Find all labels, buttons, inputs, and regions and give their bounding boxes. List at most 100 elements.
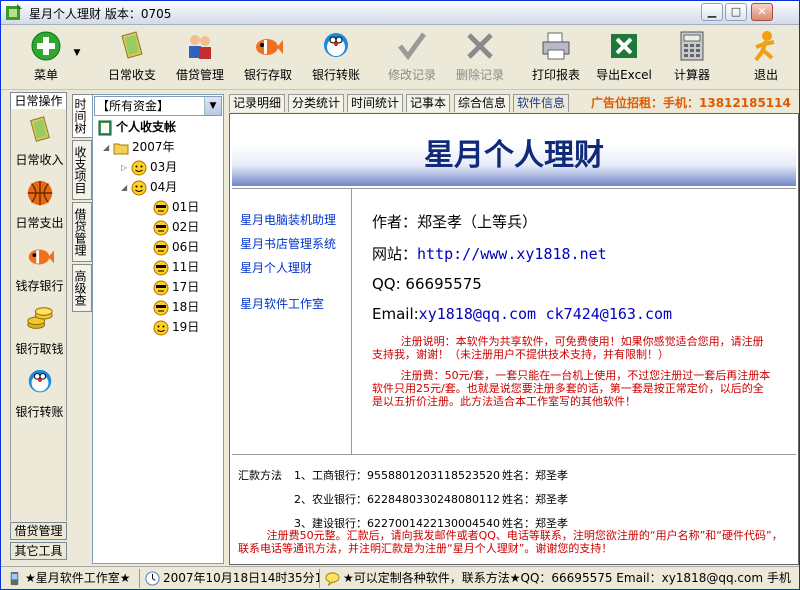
ad-text: 广告位招租：手机：13812185114 bbox=[591, 96, 791, 110]
calculator-icon bbox=[680, 31, 704, 61]
status-contact: ★可以定制各种软件，联系方法★QQ：66695575 Email：xy1818@… bbox=[323, 570, 797, 587]
running-man-icon bbox=[754, 31, 775, 62]
phone-icon bbox=[10, 571, 19, 586]
loan-management-button[interactable]: 借贷管理 bbox=[165, 30, 235, 88]
author-info: 作者：郑圣孝（上等兵） 网站：http://www.xy1818.net QQ:… bbox=[352, 188, 796, 454]
bank-account: 2、农业银行：6228480330248080112 bbox=[294, 493, 500, 506]
maximize-button[interactable]: □ bbox=[725, 3, 747, 21]
tab-loan-management[interactable]: 借贷管理 bbox=[10, 522, 67, 540]
sidebar-item-bank-withdraw[interactable]: 银行取钱 bbox=[11, 304, 68, 362]
smiley-icon bbox=[131, 180, 147, 195]
fund-filter-select[interactable]: 【所有资金】 ▼ bbox=[94, 96, 222, 116]
bank-deposit-withdraw-button[interactable]: 银行存取 bbox=[233, 30, 303, 88]
tree-panel: 【所有资金】 ▼ 个人收支帐 ◢ 2007年 ▷ 03月 ◢ 04月 01日 02日 0… bbox=[92, 94, 224, 564]
folder-icon bbox=[113, 143, 129, 154]
people-icon bbox=[189, 35, 211, 59]
sidebar: 日常收入 日常支出 钱存银行 银行取钱 银行转账 bbox=[10, 109, 67, 521]
link-product[interactable]: 星月个人理财 bbox=[240, 259, 312, 276]
remit-label: 汇款方法 bbox=[238, 469, 282, 482]
email-link[interactable]: ck7424@163.com bbox=[546, 305, 672, 323]
app-icon bbox=[6, 4, 22, 20]
tab-daily-operations[interactable]: 日常操作 bbox=[10, 92, 67, 110]
product-links: 星月电脑装机助理 星月书店管理系统 星月个人理财 星月软件工作室 bbox=[232, 188, 352, 454]
app-window: 星月个人理财 版本：0705 ▁ □ ✕ 菜单 ▼ 日常收支 借贷管理 银行存取… bbox=[0, 0, 800, 590]
remittance-info: 汇款方法 1、工商银行：9558801203118523520 姓名：郑圣孝 2… bbox=[232, 454, 796, 562]
edit-record-button[interactable]: 修改记录 bbox=[377, 30, 447, 88]
sidebar-item-daily-income[interactable]: 日常收入 bbox=[11, 115, 68, 173]
bank-account: 1、工商银行：9558801203118523520 bbox=[294, 469, 500, 482]
add-icon bbox=[31, 31, 61, 61]
sunglasses-smiley-icon bbox=[153, 260, 169, 275]
link-product[interactable]: 星月电脑装机助理 bbox=[240, 211, 336, 228]
basketball-icon bbox=[27, 180, 52, 206]
printer-icon bbox=[542, 32, 570, 60]
banner-title: 星月个人理财 bbox=[424, 138, 604, 173]
tree-node-day[interactable]: 02日 bbox=[153, 218, 199, 236]
bank-transfer-button[interactable]: 银行转账 bbox=[301, 30, 371, 88]
status-separator bbox=[139, 569, 140, 588]
vtab-loan-management[interactable]: 借贷管理 bbox=[72, 202, 92, 262]
calculator-button[interactable]: 计算器 bbox=[657, 30, 727, 88]
vtab-advanced-search[interactable]: 高级查 bbox=[72, 264, 92, 312]
delete-record-button[interactable]: 删除记录 bbox=[445, 30, 515, 88]
chat-bubble-icon bbox=[325, 572, 340, 586]
payee-name: 姓名：郑圣孝 bbox=[502, 493, 568, 506]
link-product[interactable]: 星月书店管理系统 bbox=[240, 235, 336, 252]
tree-node-day[interactable]: 18日 bbox=[153, 298, 199, 316]
tree-node-year[interactable]: ◢ 2007年 bbox=[103, 138, 175, 156]
book-icon bbox=[121, 31, 143, 59]
remittance-notice: 注册费50元整。汇款后，请向我发邮件或者QQ、电话等联系，注明您欲注册的“用户名… bbox=[238, 529, 783, 555]
clock-icon bbox=[145, 571, 160, 586]
banner: 星月个人理财 bbox=[232, 116, 796, 186]
status-bar: ★星月软件工作室★ 2007年10月18日14时35分16 ★可以定制各种软件，… bbox=[1, 566, 799, 589]
excel-icon bbox=[611, 34, 637, 58]
minimize-button[interactable]: ▁ bbox=[701, 3, 723, 21]
software-info-panel: 星月个人理财 星月电脑装机助理 星月书店管理系统 星月个人理财 星月软件工作室 … bbox=[229, 113, 799, 565]
title-bar: 星月个人理财 版本：0705 ▁ □ ✕ bbox=[1, 1, 799, 25]
vtab-time-tree[interactable]: 时间树 bbox=[72, 94, 92, 138]
doraemon-icon bbox=[28, 369, 51, 393]
vtab-income-expense-items[interactable]: 收支项目 bbox=[72, 140, 92, 200]
tree-node-month[interactable]: ▷ 03月 bbox=[121, 158, 177, 176]
tab-other-tools[interactable]: 其它工具 bbox=[10, 542, 67, 560]
tab-software-info[interactable]: 软件信息 bbox=[513, 94, 570, 112]
tab-time-stats[interactable]: 时间统计 bbox=[347, 94, 404, 112]
tab-summary-info[interactable]: 综合信息 bbox=[454, 94, 511, 112]
tree-node-month[interactable]: ◢ 04月 bbox=[121, 178, 177, 196]
sunglasses-smiley-icon bbox=[153, 300, 169, 315]
registration-fee-notice: 注册费：50元/套，一套只能在一台机上使用，不过您注册过一套后再注册本软件只用2… bbox=[372, 369, 771, 408]
export-excel-button[interactable]: 导出Excel bbox=[589, 30, 659, 88]
print-report-button[interactable]: 打印报表 bbox=[521, 30, 591, 88]
close-button[interactable]: ✕ bbox=[751, 3, 773, 21]
cross-icon bbox=[467, 33, 493, 59]
email-line: Email:xy1818@qq.com ck7424@163.com bbox=[372, 305, 673, 323]
tree-node-day[interactable]: 19日 bbox=[153, 318, 199, 336]
tab-category-stats[interactable]: 分类统计 bbox=[288, 94, 345, 112]
collapse-icon[interactable]: ◢ bbox=[103, 139, 113, 157]
tree-root[interactable]: 个人收支帐 bbox=[97, 118, 176, 136]
link-product[interactable]: 星月软件工作室 bbox=[240, 295, 324, 312]
chevron-down-icon[interactable]: ▼ bbox=[204, 97, 221, 115]
sidebar-item-deposit-bank[interactable]: 钱存银行 bbox=[11, 241, 68, 299]
collapse-icon[interactable]: ◢ bbox=[121, 179, 131, 197]
sidebar-item-daily-expense[interactable]: 日常支出 bbox=[11, 178, 68, 236]
tree-node-day[interactable]: 11日 bbox=[153, 258, 199, 276]
daily-income-expense-button[interactable]: 日常收支 bbox=[97, 30, 167, 88]
sidebar-item-bank-transfer[interactable]: 银行转账 bbox=[11, 367, 68, 425]
website-link[interactable]: http://www.xy1818.net bbox=[417, 245, 607, 263]
smiley-icon bbox=[153, 320, 169, 335]
status-datetime: 2007年10月18日14时35分16 bbox=[143, 570, 319, 587]
payee-name: 姓名：郑圣孝 bbox=[502, 469, 568, 482]
expand-icon[interactable]: ▷ bbox=[121, 159, 131, 177]
tab-notebook[interactable]: 记事本 bbox=[406, 94, 451, 112]
email-link[interactable]: xy1818@qq.com bbox=[419, 305, 536, 323]
tree-node-day[interactable]: 17日 bbox=[153, 278, 199, 296]
tab-record-details[interactable]: 记录明细 bbox=[229, 94, 286, 112]
window-title: 星月个人理财 版本：0705 bbox=[29, 7, 172, 21]
ledger-icon bbox=[98, 120, 112, 135]
tree-node-day[interactable]: 06日 bbox=[153, 238, 199, 256]
smiley-icon bbox=[131, 160, 147, 175]
tree-node-day[interactable]: 01日 bbox=[153, 198, 199, 216]
registration-notice: 注册说明：本软件为共享软件，可免费使用！如果你感觉适合您用，请注册支持我，谢谢！… bbox=[372, 335, 764, 361]
exit-button[interactable]: 退出 bbox=[731, 30, 800, 88]
